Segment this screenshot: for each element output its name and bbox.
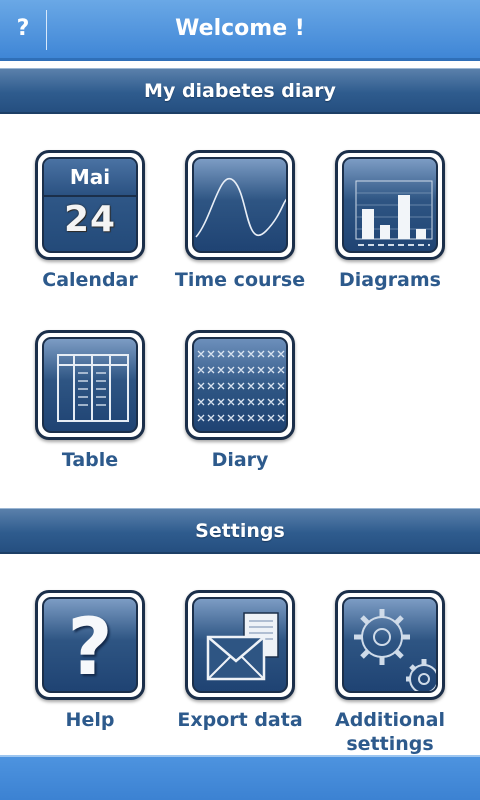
page-title: Welcome ! bbox=[175, 16, 305, 41]
table-tile[interactable]: Table bbox=[15, 330, 165, 480]
section-header-settings: Settings bbox=[0, 508, 480, 554]
wave-chart-icon bbox=[185, 150, 295, 260]
diary-tile[interactable]: Diary bbox=[165, 330, 315, 480]
top-bar: Welcome ! ? bbox=[0, 0, 480, 61]
bottom-bar bbox=[0, 755, 480, 800]
time-course-tile[interactable]: Time course bbox=[165, 150, 315, 300]
calendar-day: 24 bbox=[63, 199, 117, 240]
calendar-icon: Mai 24 bbox=[35, 150, 145, 260]
diagrams-tile[interactable]: Diagrams bbox=[315, 150, 465, 300]
calendar-month: Mai bbox=[69, 165, 111, 189]
diagrams-label: Diagrams bbox=[338, 269, 441, 291]
calendar-label: Calendar bbox=[42, 269, 138, 291]
gears-icon bbox=[335, 590, 445, 700]
section-header-diary: My diabetes diary bbox=[0, 68, 480, 114]
help-tile[interactable]: ? Help bbox=[15, 590, 165, 740]
help-button[interactable]: ? bbox=[0, 0, 46, 58]
additional-settings-label-line1: Additional bbox=[335, 709, 445, 731]
envelope-icon bbox=[185, 590, 295, 700]
help-label: Help bbox=[65, 709, 115, 731]
question-mark-icon: ? bbox=[35, 590, 145, 700]
export-data-tile[interactable]: Export data bbox=[165, 590, 315, 740]
diary-label: Diary bbox=[211, 449, 269, 471]
export-data-label: Export data bbox=[177, 709, 303, 731]
additional-settings-tile[interactable]: Additional settings bbox=[315, 590, 465, 755]
table-label: Table bbox=[61, 449, 119, 471]
handwriting-icon bbox=[185, 330, 295, 440]
calendar-tile[interactable]: Mai 24 Calendar bbox=[15, 150, 165, 300]
topbar-divider bbox=[46, 10, 47, 50]
bar-chart-icon bbox=[335, 150, 445, 260]
time-course-label: Time course bbox=[174, 269, 306, 291]
table-icon bbox=[35, 330, 145, 440]
additional-settings-label-line2: settings bbox=[346, 733, 434, 755]
additional-settings-label: Additional settings bbox=[315, 708, 465, 756]
